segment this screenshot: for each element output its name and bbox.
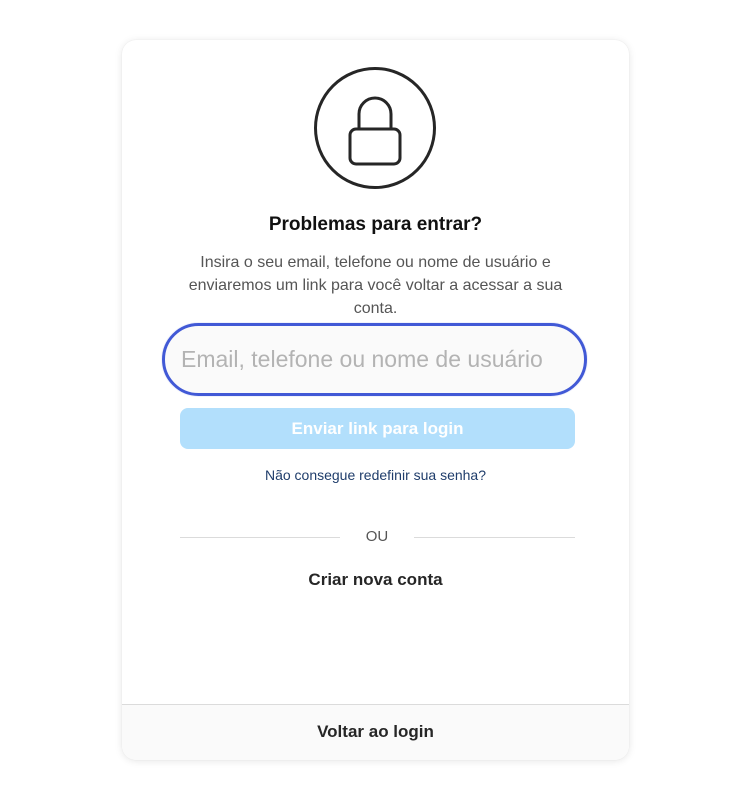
identifier-input[interactable]: [181, 326, 571, 393]
create-account-link[interactable]: Criar nova conta: [122, 570, 629, 590]
divider-or-text: OU: [365, 528, 389, 545]
cant-reset-password-link[interactable]: Não consegue redefinir sua senha?: [122, 467, 629, 483]
instructions-text: Insira o seu email, telefone ou nome de …: [188, 254, 563, 317]
send-login-link-button[interactable]: Enviar link para login: [180, 408, 575, 449]
reset-password-card: Problemas para entrar? Insira o seu emai…: [122, 40, 629, 760]
divider-line-right: [414, 537, 575, 538]
page-title: Problemas para entrar?: [268, 214, 483, 235]
footer-bar: Voltar ao login: [122, 704, 629, 760]
lock-icon: [314, 67, 436, 189]
back-to-login-link[interactable]: Voltar ao login: [122, 722, 629, 742]
identifier-input-wrapper[interactable]: [162, 323, 587, 396]
divider-line-left: [180, 537, 340, 538]
